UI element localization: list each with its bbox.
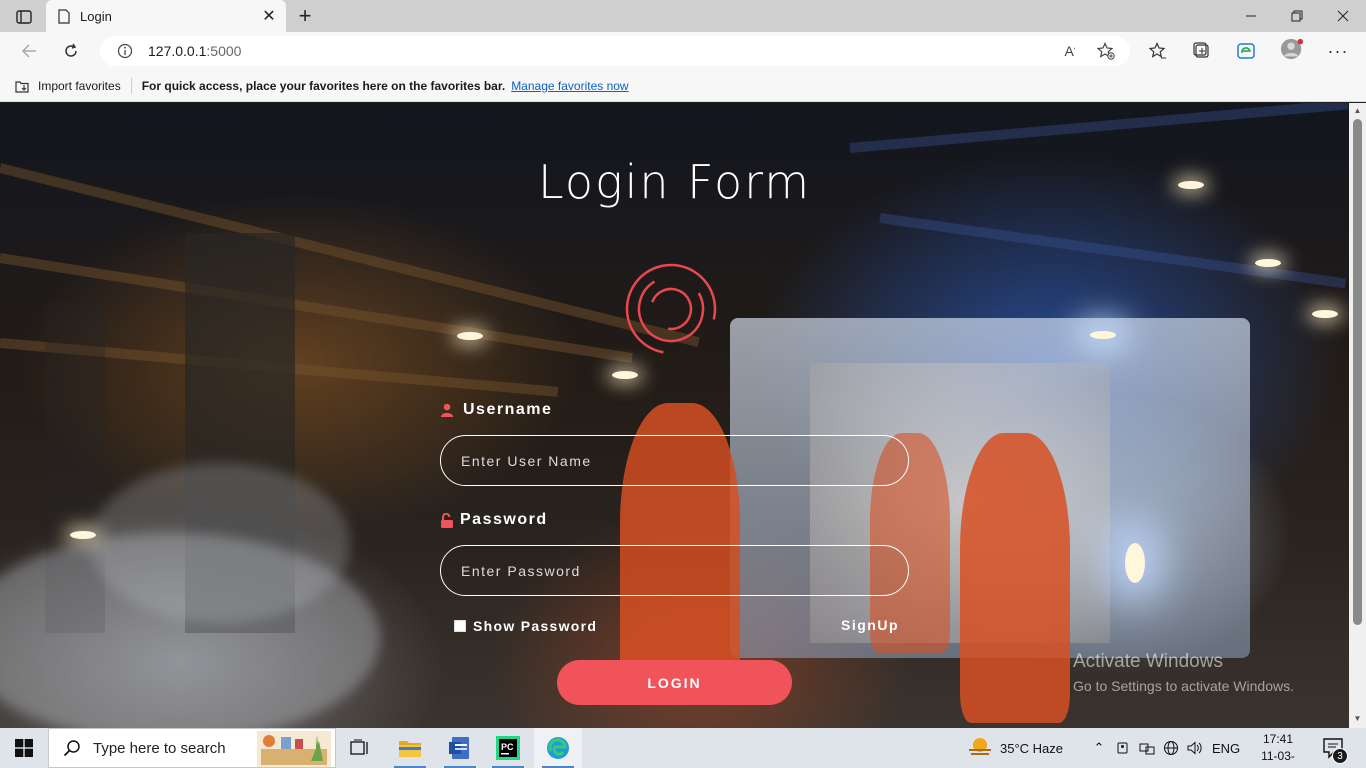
- username-label: Username: [440, 401, 552, 419]
- restore-button[interactable]: [1274, 0, 1320, 32]
- search-highlight-illustration: [257, 731, 331, 767]
- page-icon: [58, 8, 70, 24]
- task-view-button[interactable]: [336, 728, 384, 768]
- profile-avatar[interactable]: [1280, 38, 1304, 60]
- word-app-button[interactable]: [436, 728, 484, 768]
- file-explorer-button[interactable]: [386, 728, 434, 768]
- edge-bar-icon[interactable]: [1234, 40, 1258, 62]
- url-port: :5000: [206, 43, 242, 59]
- user-icon: [440, 403, 454, 417]
- divider: [130, 77, 132, 94]
- meet-now-icon[interactable]: [1114, 738, 1132, 758]
- site-info-icon[interactable]: [116, 42, 134, 60]
- pycharm-button[interactable]: PC: [484, 728, 532, 768]
- password-input[interactable]: [461, 562, 908, 579]
- show-password-checkbox[interactable]: [454, 620, 466, 632]
- add-favorite-icon[interactable]: [1096, 41, 1116, 61]
- favorites-icon[interactable]: [1146, 40, 1170, 62]
- windows-logo-icon: [15, 739, 33, 757]
- close-window-button[interactable]: [1320, 0, 1366, 32]
- weather-text: 35°C Haze: [1000, 740, 1064, 756]
- username-field[interactable]: [440, 435, 909, 486]
- signup-link[interactable]: SignUp: [841, 617, 899, 633]
- login-button[interactable]: LOGIN: [557, 660, 792, 705]
- tab-title: Login: [80, 8, 112, 24]
- manage-favorites-link[interactable]: Manage favorites now: [511, 79, 628, 93]
- browser-tab-login[interactable]: Login ✕: [46, 0, 286, 32]
- search-icon: [63, 740, 80, 757]
- address-bar: 127.0.0.1:5000 Aʼ ···: [0, 32, 1366, 70]
- tab-actions-icon: [16, 10, 32, 24]
- minimize-button[interactable]: [1228, 0, 1274, 32]
- page-title: Login Form: [538, 155, 811, 209]
- watermark-subtitle: Go to Settings to activate Windows.: [1073, 678, 1294, 694]
- import-icon: [15, 80, 29, 93]
- close-icon: [1337, 10, 1349, 22]
- weather-widget[interactable]: 35°C Haze: [968, 728, 1063, 768]
- activate-windows-watermark: Activate Windows Go to Settings to activ…: [1073, 651, 1294, 694]
- favorites-message: For quick access, place your favorites h…: [141, 78, 506, 93]
- globe-icon[interactable]: [1162, 738, 1180, 758]
- login-page: Login Form Username Password Show Passwo…: [0, 103, 1349, 728]
- restore-icon: [1291, 10, 1303, 22]
- spinner-logo-icon: [625, 263, 717, 355]
- import-favorites-button[interactable]: Import favorites: [14, 79, 121, 93]
- taskbar-search-box[interactable]: Type here to search: [48, 728, 336, 768]
- document-app-icon: [449, 737, 469, 759]
- password-label-text: Password: [460, 511, 548, 528]
- read-aloud-icon[interactable]: Aʼ: [1060, 41, 1080, 61]
- tab-actions-button[interactable]: [10, 6, 38, 28]
- import-favorites-label: Import favorites: [38, 78, 121, 93]
- more-options-icon[interactable]: ···: [1326, 40, 1350, 62]
- show-hidden-icons-icon[interactable]: ⌃: [1090, 738, 1108, 758]
- url-field[interactable]: 127.0.0.1:5000 Aʼ: [100, 36, 1130, 66]
- page-scrollbar[interactable]: ▲ ▼: [1349, 103, 1366, 728]
- clock-time: 17:41: [1262, 732, 1294, 746]
- tab-bar: Login ✕ +: [0, 0, 1366, 32]
- username-label-text: Username: [463, 401, 553, 418]
- back-arrow-icon: [21, 44, 36, 58]
- username-input[interactable]: [461, 452, 908, 469]
- favorites-bar: Import favorites For quick access, place…: [0, 70, 1366, 102]
- scroll-down-icon[interactable]: ▼: [1353, 714, 1362, 724]
- unlock-icon: [440, 513, 454, 528]
- new-tab-button[interactable]: +: [292, 3, 318, 28]
- edge-icon: [547, 737, 569, 759]
- scroll-up-icon[interactable]: ▲: [1353, 106, 1362, 116]
- back-button[interactable]: [14, 36, 44, 66]
- show-password-label: Show Password: [473, 618, 598, 634]
- password-label: Password: [440, 511, 548, 529]
- refresh-icon: [65, 43, 77, 57]
- collections-icon[interactable]: [1190, 40, 1214, 62]
- folder-icon: [399, 741, 421, 757]
- url-host: 127.0.0.1: [148, 43, 207, 59]
- minimize-icon: [1246, 15, 1256, 17]
- scrollbar-thumb[interactable]: [1353, 119, 1362, 625]
- password-field[interactable]: [440, 545, 909, 596]
- language-indicator[interactable]: ENG: [1212, 728, 1240, 768]
- watermark-title: Activate Windows: [1073, 651, 1223, 672]
- refresh-button[interactable]: [56, 36, 86, 66]
- clock-date: 11-03-2023: [1261, 749, 1295, 768]
- volume-icon[interactable]: [1186, 738, 1204, 758]
- system-clock[interactable]: 17:41 11-03-2023: [1252, 731, 1304, 768]
- search-placeholder: Type here to search: [93, 739, 226, 757]
- network-icon[interactable]: [1138, 738, 1156, 758]
- close-tab-icon[interactable]: ✕: [258, 5, 280, 27]
- svg-text:PC: PC: [501, 742, 514, 752]
- weather-haze-icon: [969, 738, 991, 755]
- url-text: 127.0.0.1:5000: [148, 43, 241, 59]
- start-button[interactable]: [0, 728, 48, 768]
- edge-browser-button[interactable]: [534, 728, 582, 768]
- show-password-toggle[interactable]: Show Password: [454, 618, 597, 634]
- notification-count-badge: 3: [1332, 748, 1348, 764]
- task-view-icon: [350, 739, 368, 755]
- pycharm-icon: PC: [496, 736, 520, 760]
- taskbar: Type here to search PC 35°C Haze ⌃ ENG 1…: [0, 728, 1366, 768]
